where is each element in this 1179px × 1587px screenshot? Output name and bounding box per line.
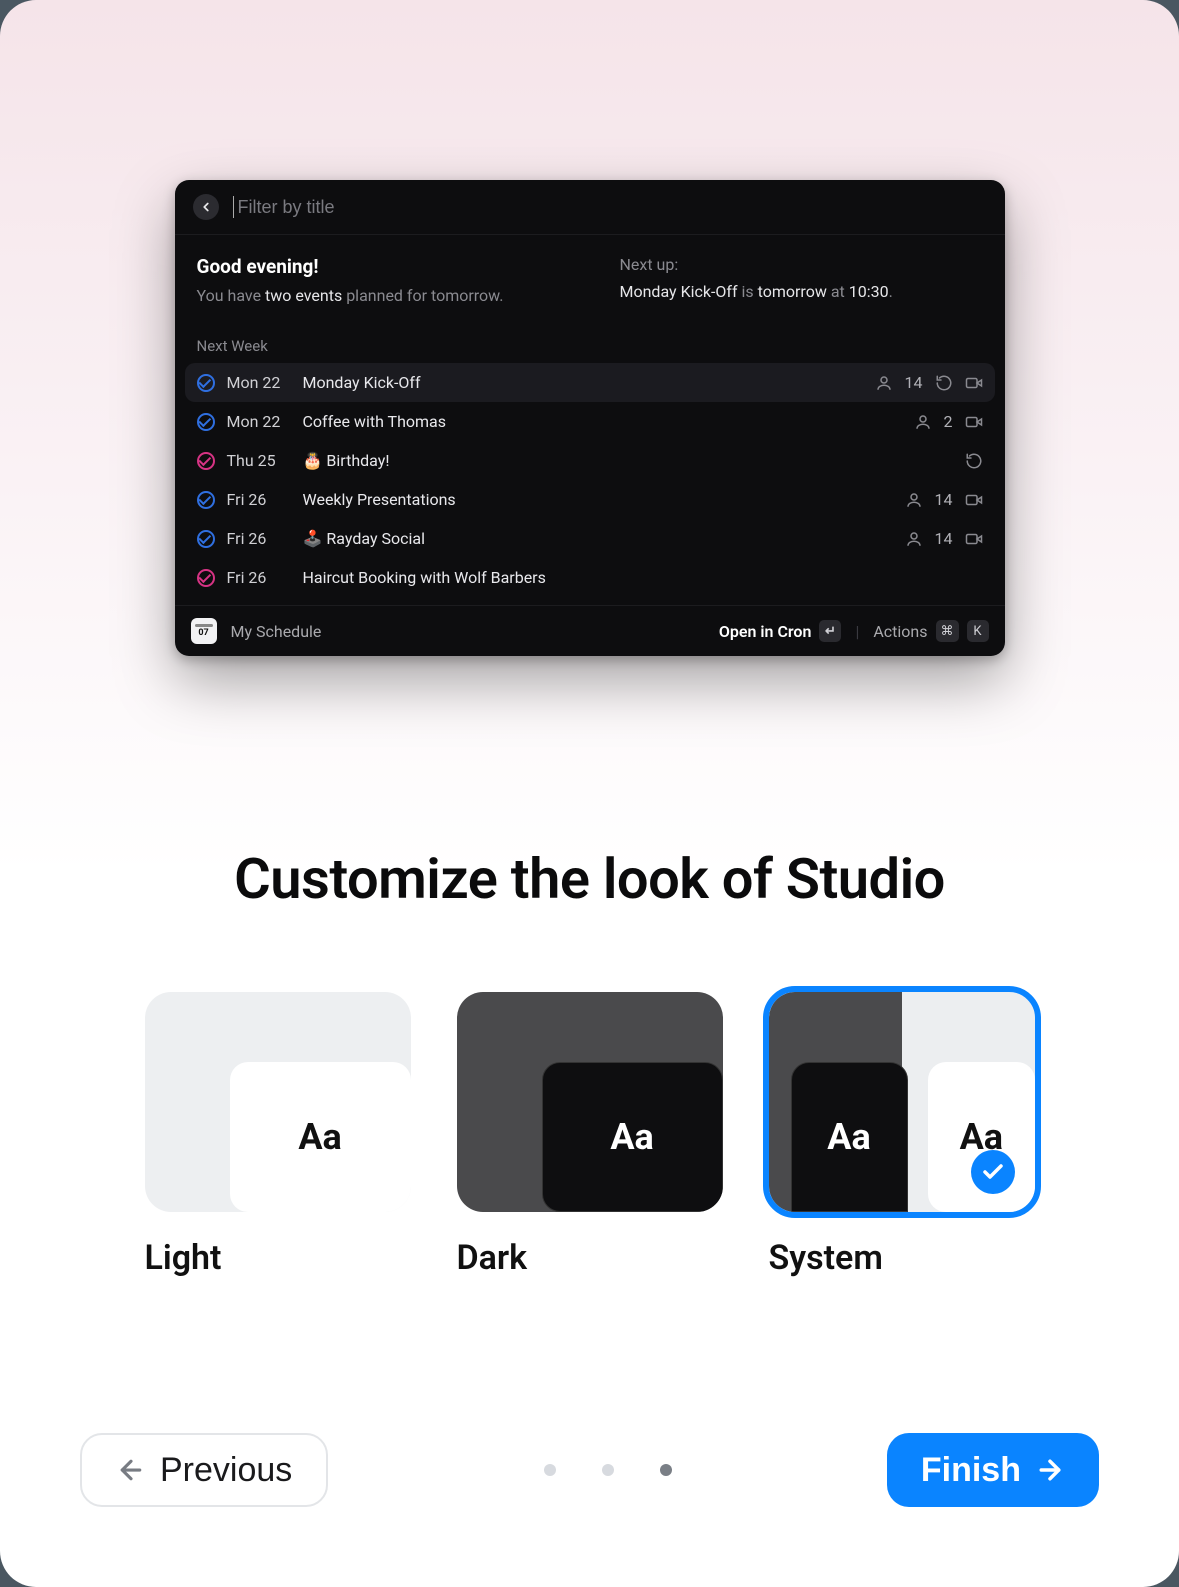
video-icon xyxy=(965,491,983,509)
event-date: Mon 22 xyxy=(227,373,291,392)
summary: You have two events planned for tomorrow… xyxy=(197,286,560,305)
event-date: Thu 25 xyxy=(227,451,291,470)
person-icon xyxy=(905,491,923,509)
finish-button[interactable]: Finish xyxy=(887,1433,1099,1507)
event-meta: 14 xyxy=(905,529,983,548)
person-icon xyxy=(875,374,893,392)
calendar-icon: 07 xyxy=(191,618,217,644)
theme-option-system[interactable]: AaAa System xyxy=(769,992,1035,1278)
theme-sample: Aa xyxy=(542,1062,723,1212)
event-meta: 14 xyxy=(875,373,983,392)
arrow-right-icon xyxy=(1035,1455,1065,1485)
event-date: Fri 26 xyxy=(227,568,291,587)
app-preview: Good evening! You have two events planne… xyxy=(175,180,1005,656)
greeting: Good evening! xyxy=(197,255,560,278)
event-title: 🎂Birthday! xyxy=(303,451,390,470)
person-icon xyxy=(905,530,923,548)
theme-label: Dark xyxy=(457,1238,723,1278)
event-title: Weekly Presentations xyxy=(303,490,456,509)
schedule-label: My Schedule xyxy=(231,622,322,641)
video-icon xyxy=(965,530,983,548)
page-title: Customize the look of Studio xyxy=(80,846,1099,912)
step-dot[interactable] xyxy=(660,1464,672,1476)
actions-label[interactable]: Actions ⌘ K xyxy=(873,620,988,642)
step-dot[interactable] xyxy=(602,1464,614,1476)
event-meta: 2 xyxy=(914,412,983,431)
event-row[interactable]: Mon 22 Coffee with Thomas 2 xyxy=(185,402,995,441)
step-dots xyxy=(544,1464,672,1476)
event-row[interactable]: Thu 25 🎂Birthday! xyxy=(185,441,995,480)
preview-area: Good evening! You have two events planne… xyxy=(80,0,1099,656)
theme-picker: Aa Light Aa Dark AaAa System xyxy=(80,992,1099,1278)
recurring-icon xyxy=(965,452,983,470)
theme-label: System xyxy=(769,1238,1035,1278)
video-icon xyxy=(965,413,983,431)
status-check-icon xyxy=(197,491,215,509)
event-date: Fri 26 xyxy=(227,490,291,509)
k-key-icon: K xyxy=(967,620,989,642)
event-row[interactable]: Fri 26 Weekly Presentations 14 xyxy=(185,480,995,519)
section-label: Next Week xyxy=(197,337,983,355)
status-check-icon xyxy=(197,569,215,587)
overview-row: Good evening! You have two events planne… xyxy=(197,255,983,327)
footer-nav: Previous Finish xyxy=(80,1433,1099,1587)
attendee-count: 2 xyxy=(944,412,953,431)
arrow-left-icon xyxy=(116,1455,146,1485)
arrow-left-icon xyxy=(199,200,213,214)
person-icon xyxy=(914,413,932,431)
filter-input[interactable] xyxy=(233,196,987,218)
attendee-count: 14 xyxy=(935,490,953,509)
event-list: Mon 22 Monday Kick-Off 14 Mon 22 Coffee with… xyxy=(197,363,983,597)
nextup-text: Monday Kick-Off is tomorrow at 10:30. xyxy=(620,282,983,301)
event-title: Monday Kick-Off xyxy=(303,373,421,392)
attendee-count: 14 xyxy=(905,373,923,392)
theme-option-dark[interactable]: Aa Dark xyxy=(457,992,723,1278)
theme-option-light[interactable]: Aa Light xyxy=(145,992,411,1278)
status-check-icon xyxy=(197,452,215,470)
event-date: Mon 22 xyxy=(227,412,291,431)
status-check-icon xyxy=(197,413,215,431)
theme-tile[interactable]: Aa xyxy=(145,992,411,1212)
attendee-count: 14 xyxy=(935,529,953,548)
app-bottombar: 07 My Schedule Open in Cron ↵ | Actions … xyxy=(175,605,1005,656)
selected-check-icon xyxy=(971,1150,1015,1194)
event-row[interactable]: Fri 26 Haircut Booking with Wolf Barbers xyxy=(185,558,995,597)
nextup-label: Next up: xyxy=(620,255,983,274)
event-meta: 14 xyxy=(905,490,983,509)
theme-sample-dark: Aa xyxy=(791,1062,908,1212)
open-in-cron[interactable]: Open in Cron ↵ xyxy=(719,620,842,642)
step-dot[interactable] xyxy=(544,1464,556,1476)
app-topbar xyxy=(175,180,1005,235)
event-title: Haircut Booking with Wolf Barbers xyxy=(303,568,546,587)
theme-sample: Aa xyxy=(230,1062,411,1212)
video-icon xyxy=(965,374,983,392)
status-check-icon xyxy=(197,530,215,548)
recurring-icon xyxy=(935,374,953,392)
enter-key-icon: ↵ xyxy=(819,620,841,642)
back-button[interactable] xyxy=(193,194,219,220)
theme-label: Light xyxy=(145,1238,411,1278)
event-title: Coffee with Thomas xyxy=(303,412,447,431)
event-title: 🕹️Rayday Social xyxy=(303,529,425,548)
onboarding-card: Good evening! You have two events planne… xyxy=(0,0,1179,1587)
previous-button[interactable]: Previous xyxy=(80,1433,328,1507)
theme-tile[interactable]: AaAa xyxy=(769,992,1035,1212)
previous-label: Previous xyxy=(160,1451,292,1490)
status-check-icon xyxy=(197,374,215,392)
event-row[interactable]: Mon 22 Monday Kick-Off 14 xyxy=(185,363,995,402)
cmd-key-icon: ⌘ xyxy=(936,620,959,642)
theme-tile[interactable]: Aa xyxy=(457,992,723,1212)
finish-label: Finish xyxy=(921,1451,1021,1490)
event-meta xyxy=(965,452,983,470)
event-row[interactable]: Fri 26 🕹️Rayday Social 14 xyxy=(185,519,995,558)
event-date: Fri 26 xyxy=(227,529,291,548)
